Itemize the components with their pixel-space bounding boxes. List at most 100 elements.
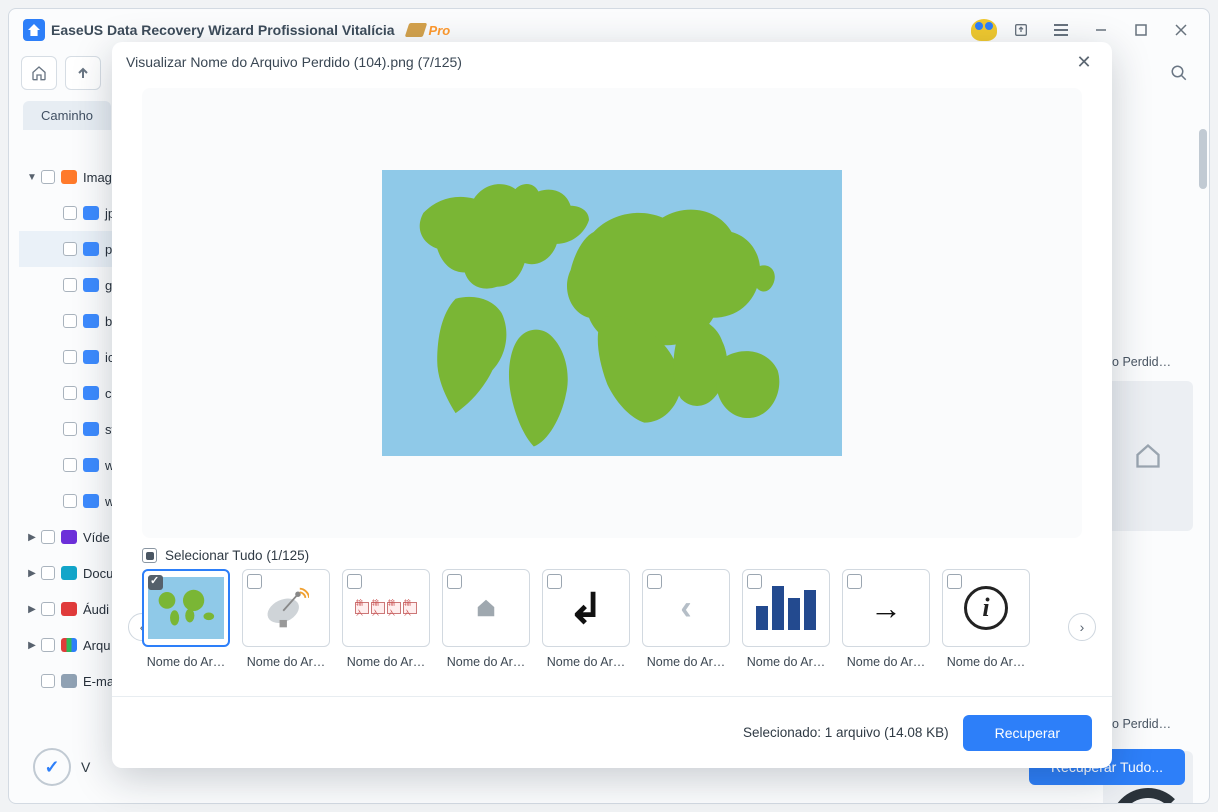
thumb-checkbox[interactable]	[647, 574, 662, 589]
thumb-checkbox[interactable]	[148, 575, 163, 590]
folder-icon	[83, 242, 99, 256]
next-button[interactable]: ›	[1068, 613, 1096, 641]
pro-badge: Pro	[407, 23, 451, 38]
folder-icon	[83, 206, 99, 220]
checkbox[interactable]	[63, 314, 77, 328]
thumb-label: Nome do Ar…	[342, 655, 430, 669]
maximize-button[interactable]	[1121, 15, 1161, 45]
bar-chart-icon	[756, 586, 816, 630]
thumb-checkbox[interactable]	[547, 574, 562, 589]
minimize-button[interactable]	[1081, 15, 1121, 45]
checkbox[interactable]	[41, 674, 55, 688]
thumb-checkbox[interactable]	[247, 574, 262, 589]
checkbox[interactable]	[41, 638, 55, 652]
thumbnail-card[interactable]: 输入输入输入输入 Nome do Ar…	[342, 569, 430, 669]
thumb-label: Nome do Ar…	[642, 655, 730, 669]
grid-item-label: ivo Perdid…	[1103, 717, 1193, 731]
thumbnail-card[interactable]: Nome do Ar…	[442, 569, 530, 669]
thumb-checkbox[interactable]	[947, 574, 962, 589]
search-button[interactable]	[1161, 56, 1197, 90]
folder-icon	[83, 422, 99, 436]
thumbnail-strip: ‹ › Nome do Ar… Nome do Ar… 输入输入输入输入 Nom…	[112, 569, 1112, 669]
thumbnail-card[interactable]: ↲ Nome do Ar…	[542, 569, 630, 669]
document-icon	[61, 566, 77, 580]
preview-area	[142, 88, 1082, 538]
thumb-label: Nome do Ar…	[542, 655, 630, 669]
thumb-label: Nome do Ar…	[142, 655, 230, 669]
home-button[interactable]	[21, 56, 57, 90]
caret-right-icon: ▶	[25, 604, 39, 615]
folder-icon	[83, 278, 99, 292]
up-button[interactable]	[65, 56, 101, 90]
thumbnail-card[interactable]: i Nome do Ar…	[942, 569, 1030, 669]
thumb-checkbox[interactable]	[747, 574, 762, 589]
checkbox[interactable]	[63, 278, 77, 292]
checkbox[interactable]	[41, 170, 55, 184]
checkbox[interactable]	[63, 494, 77, 508]
sidebar-item-label: Imag	[83, 170, 112, 185]
close-icon[interactable]: ✕	[1070, 48, 1098, 76]
preview-modal: Visualizar Nome do Arquivo Perdido (104)…	[112, 42, 1112, 768]
thumbnail-image[interactable]: i	[942, 569, 1030, 647]
select-all-row[interactable]: Selecionar Tudo (1/125)	[112, 538, 1112, 569]
grid-thumbnail[interactable]	[1103, 381, 1193, 531]
thumbnail-image[interactable]	[742, 569, 830, 647]
video-icon	[61, 530, 77, 544]
thumbnail-card[interactable]: ‹ Nome do Ar…	[642, 569, 730, 669]
sidebar-item-label: Víde	[83, 530, 110, 545]
thumbnail-image[interactable]: 输入输入输入输入	[342, 569, 430, 647]
scrollbar[interactable]	[1197, 9, 1209, 803]
thumbnail-card[interactable]: Nome do Ar…	[242, 569, 330, 669]
caret-down-icon: ▼	[25, 172, 39, 183]
thumbnail-image[interactable]: →	[842, 569, 930, 647]
thumbnail-image[interactable]	[442, 569, 530, 647]
checkbox[interactable]	[63, 350, 77, 364]
folder-icon	[83, 458, 99, 472]
tab-path[interactable]: Caminho	[23, 101, 111, 130]
thumbnail-card[interactable]: Nome do Ar…	[142, 569, 230, 669]
menu-button[interactable]	[1041, 15, 1081, 45]
thumbnail-image[interactable]: ↲	[542, 569, 630, 647]
thumb-label: Nome do Ar…	[242, 655, 330, 669]
sidebar-item-label: E-ma	[83, 674, 114, 689]
thumbnail-card[interactable]: Nome do Ar…	[742, 569, 830, 669]
thumbnail-image[interactable]: ‹	[642, 569, 730, 647]
checkbox[interactable]	[63, 206, 77, 220]
checkbox[interactable]	[41, 566, 55, 580]
thumb-checkbox[interactable]	[347, 574, 362, 589]
images-icon	[61, 170, 77, 184]
checkbox[interactable]	[63, 386, 77, 400]
thumb-checkbox[interactable]	[847, 574, 862, 589]
thumb-label: Nome do Ar…	[442, 655, 530, 669]
sidebar-item-label: Arqu	[83, 638, 110, 653]
grid-item-label: ivo Perdid…	[1103, 355, 1193, 369]
caret-right-icon: ▶	[25, 568, 39, 579]
home-icon	[474, 597, 498, 619]
share-button[interactable]	[1001, 15, 1041, 45]
thumbnail-image[interactable]	[142, 569, 230, 647]
select-all-label: Selecionar Tudo (1/125)	[165, 548, 309, 563]
select-all-checkbox[interactable]	[142, 548, 157, 563]
modal-title: Visualizar Nome do Arquivo Perdido (104)…	[126, 54, 462, 70]
thumb-checkbox[interactable]	[447, 574, 462, 589]
scrollbar-thumb[interactable]	[1199, 129, 1207, 189]
folder-icon	[83, 350, 99, 364]
checkbox[interactable]	[41, 530, 55, 544]
sidebar-item-label: Docu	[83, 566, 113, 581]
thumb-label: Nome do Ar…	[942, 655, 1030, 669]
checkbox[interactable]	[63, 458, 77, 472]
avatar-icon[interactable]	[971, 19, 997, 41]
thumbnail-image[interactable]	[242, 569, 330, 647]
checkbox[interactable]	[41, 602, 55, 616]
thumbnail-card[interactable]: → Nome do Ar…	[842, 569, 930, 669]
footer-status-text: V	[81, 759, 90, 775]
audio-icon	[61, 602, 77, 616]
checkbox[interactable]	[63, 242, 77, 256]
modal-header: Visualizar Nome do Arquivo Perdido (104)…	[112, 42, 1112, 82]
archive-icon	[61, 638, 77, 652]
satellite-dish-icon	[263, 585, 309, 631]
checkbox[interactable]	[63, 422, 77, 436]
status-check-icon: ✓	[33, 748, 71, 786]
recover-button[interactable]: Recuperar	[963, 715, 1092, 751]
close-button[interactable]	[1161, 15, 1201, 45]
